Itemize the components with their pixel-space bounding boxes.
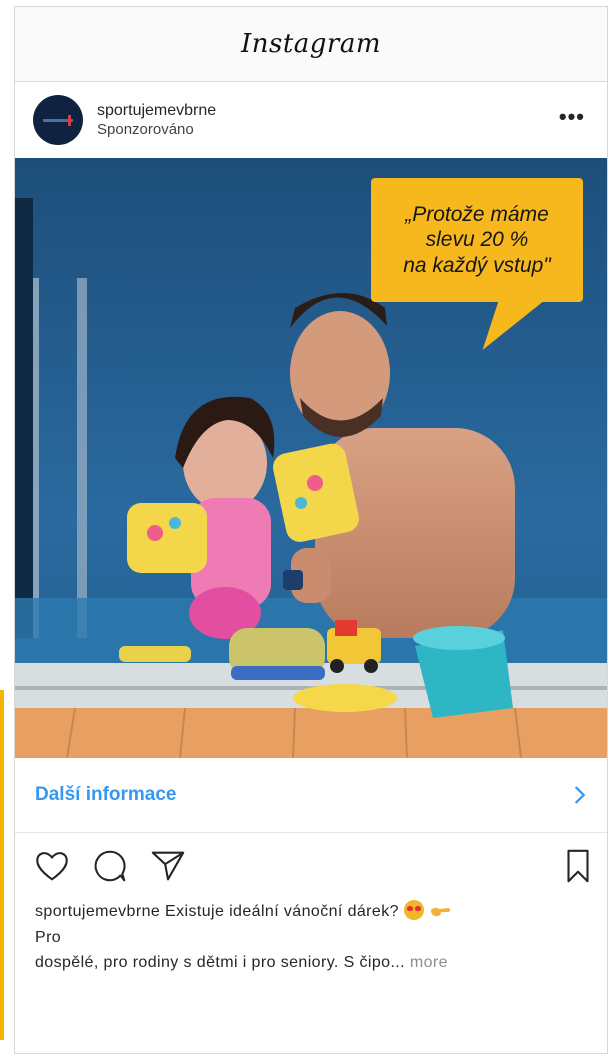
pointing-hand-emoji-icon	[430, 907, 450, 917]
caption-username[interactable]: sportujemevbrne	[35, 903, 160, 920]
account-handle[interactable]: sportujemevbrne	[97, 101, 216, 121]
bubble-line-2: slevu 20 %	[425, 228, 529, 252]
more-options-icon[interactable]: •••	[559, 104, 585, 130]
sponsored-label: Sponzorováno	[97, 120, 194, 138]
avatar-logo-mark	[43, 114, 73, 126]
heart-eyes-emoji-icon	[403, 900, 424, 920]
send-icon[interactable]	[149, 847, 187, 885]
post-image[interactable]: „Protože máme slevu 20 % na každý vstup"	[15, 158, 607, 758]
cta-learn-more-label[interactable]: Další informace	[35, 784, 177, 806]
app-header: Instagram	[15, 7, 607, 82]
caption-text-1b: Pro	[35, 928, 62, 946]
comment-icon[interactable]	[91, 847, 129, 885]
instagram-logo[interactable]: Instagram	[241, 29, 381, 59]
cta-bar[interactable]: Další informace	[15, 758, 607, 833]
caption-more-link[interactable]: more	[410, 954, 448, 971]
caption-text-1: Existuje ideální vánoční dárek?	[165, 903, 399, 920]
instagram-post-frame: Instagram sportujemevbrne Sponzorováno •…	[14, 6, 608, 1054]
bubble-line-3: na každý vstup"	[403, 253, 551, 277]
bubble-line-1: „Protože máme	[405, 203, 549, 227]
chevron-right-icon[interactable]	[569, 784, 591, 806]
avatar[interactable]	[33, 95, 83, 145]
action-bar	[15, 833, 607, 899]
post-header: sportujemevbrne Sponzorováno •••	[15, 82, 607, 158]
account-names: sportujemevbrne Sponzorováno	[97, 101, 216, 140]
bookmark-icon[interactable]	[561, 847, 595, 885]
heart-icon[interactable]	[33, 847, 71, 885]
speech-bubble: „Protože máme slevu 20 % na každý vstup"	[371, 178, 583, 302]
post-caption: sportujemevbrne Existuje ideální vánoční…	[15, 899, 607, 976]
caption-text-2: dospělé, pro rodiny s dětmi i pro senior…	[35, 954, 406, 972]
accent-bar	[0, 690, 4, 1040]
